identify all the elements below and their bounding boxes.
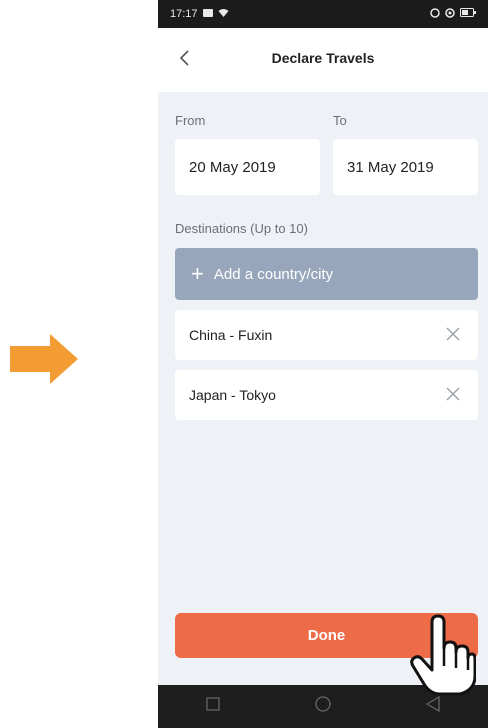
done-label: Done — [307, 627, 346, 644]
add-country-city-label: Add a country/city — [213, 265, 334, 283]
remove-destination-button[interactable] — [442, 384, 464, 406]
to-date-value: 31 May 2019 — [347, 158, 434, 176]
from-date-value: 20 May 2019 — [189, 158, 276, 176]
triangle-back-icon — [425, 695, 440, 717]
home-button[interactable] — [308, 692, 338, 722]
app-bar: Declare Travels — [158, 28, 488, 92]
wifi-icon — [218, 8, 229, 20]
recents-button[interactable] — [198, 692, 228, 722]
to-date-field[interactable]: 31 May 2019 — [333, 139, 478, 195]
destinations-label: Destinations (Up to 10) — [175, 221, 308, 236]
status-time: 17:17 — [170, 8, 198, 20]
remove-destination-button[interactable] — [442, 324, 464, 346]
destination-name: Japan - Tokyo — [189, 387, 276, 403]
status-right — [430, 7, 476, 21]
destination-name: China - Fuxin — [189, 327, 273, 343]
pointing-hand-icon — [410, 614, 477, 696]
square-icon — [206, 697, 220, 716]
close-icon — [446, 387, 460, 404]
alarm-icon — [445, 7, 455, 21]
status-left: 17:17 — [170, 8, 229, 20]
add-country-city-button[interactable]: + Add a country/city — [175, 248, 478, 300]
status-bar: 17:17 — [158, 0, 488, 28]
to-label: To — [333, 113, 347, 128]
battery-icon — [460, 8, 476, 20]
close-icon — [446, 327, 460, 344]
destination-item: China - Fuxin — [175, 310, 478, 360]
from-label: From — [175, 113, 206, 128]
circle-icon — [315, 696, 331, 717]
destination-item: Japan - Tokyo — [175, 370, 478, 420]
from-date-field[interactable]: 20 May 2019 — [175, 139, 320, 195]
arrow-right-icon — [10, 334, 80, 384]
notification-icon — [202, 8, 213, 20]
vibrate-icon — [430, 7, 440, 21]
plus-icon: + — [191, 261, 204, 286]
page-title: Declare Travels — [271, 50, 375, 66]
